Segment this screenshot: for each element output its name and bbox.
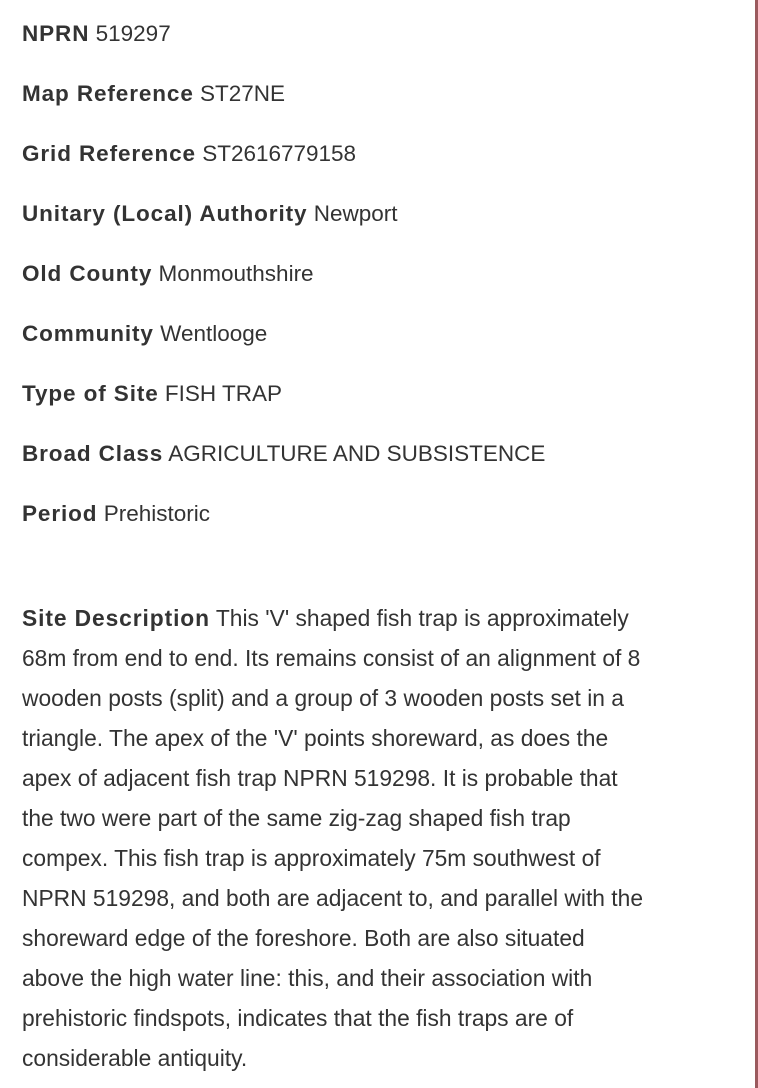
field-value: Newport: [313, 201, 398, 226]
description-line: triangle. The apex of the 'V' points sho…: [22, 725, 609, 751]
field-label: Period: [22, 501, 98, 526]
field-value: 519297: [95, 21, 171, 46]
description-line: 68m from end to end. Its remains consist…: [22, 645, 641, 671]
field-label: NPRN: [22, 21, 90, 46]
field-label: Grid Reference: [22, 141, 196, 166]
site-description-label: Site Description: [22, 605, 210, 631]
field-grid-reference: Grid Reference ST2616779158: [22, 139, 356, 169]
field-label: Map Reference: [22, 81, 194, 106]
description-line: considerable antiquity.: [22, 1045, 248, 1071]
field-old-county: Old County Monmouthshire: [22, 259, 314, 289]
field-value: ST27NE: [200, 81, 286, 106]
field-value: Wentlooge: [160, 321, 268, 346]
field-unitary-authority: Unitary (Local) Authority Newport: [22, 199, 398, 229]
field-value: Monmouthshire: [158, 261, 314, 286]
field-value: ST2616779158: [202, 141, 357, 166]
description-line: shoreward edge of the foreshore. Both ar…: [22, 925, 585, 951]
description-line: Site Description This 'V' shaped fish tr…: [22, 598, 742, 638]
field-label: Old County: [22, 261, 153, 286]
description-line: apex of adjacent fish trap NPRN 519298. …: [22, 765, 618, 791]
description-line: above the high water line: this, and the…: [22, 965, 593, 991]
description-line: compex. This fish trap is approximately …: [22, 845, 601, 871]
field-community: Community Wentlooge: [22, 319, 267, 349]
description-line: prehistoric findspots, indicates that th…: [22, 1005, 574, 1031]
description-text: This 'V' shaped fish trap is approximate…: [215, 605, 629, 631]
field-map-reference: Map Reference ST27NE: [22, 79, 285, 109]
field-period: Period Prehistoric: [22, 499, 210, 529]
field-value: FISH TRAP: [164, 381, 283, 406]
field-label: Type of Site: [22, 381, 159, 406]
description-line: NPRN 519298, and both are adjacent to, a…: [22, 885, 643, 911]
field-label: Unitary (Local) Authority: [22, 201, 308, 226]
field-type-of-site: Type of Site FISH TRAP: [22, 379, 282, 409]
description-line: the two were part of the same zig-zag sh…: [22, 805, 571, 831]
field-label: Community: [22, 321, 154, 346]
description-line: wooden posts (split) and a group of 3 wo…: [22, 685, 624, 711]
site-description: Site Description This 'V' shaped fish tr…: [22, 598, 742, 1078]
field-label: Broad Class: [22, 441, 164, 466]
record-page: NPRN 519297 Map Reference ST27NE Grid Re…: [0, 0, 755, 1088]
field-nprn: NPRN 519297: [22, 19, 171, 49]
field-value: Prehistoric: [103, 501, 210, 526]
field-broad-class: Broad Class AGRICULTURE AND SUBSISTENCE: [22, 439, 545, 469]
field-value: AGRICULTURE AND SUBSISTENCE: [168, 441, 546, 466]
